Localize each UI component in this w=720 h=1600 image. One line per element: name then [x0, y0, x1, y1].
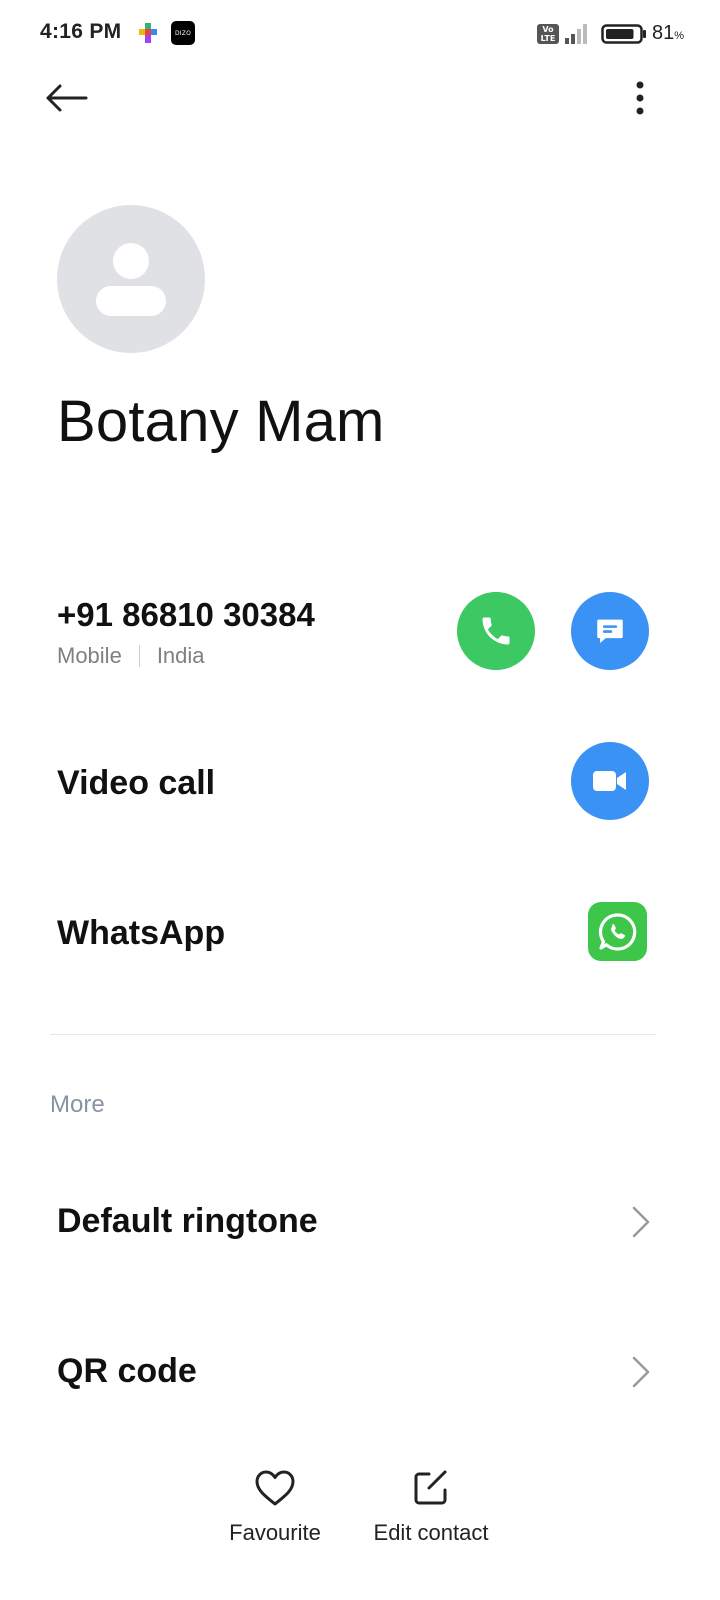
avatar	[57, 205, 205, 353]
message-icon	[597, 619, 623, 644]
heart-icon	[255, 1470, 295, 1506]
whatsapp-label: WhatsApp	[57, 914, 226, 952]
phone-type-label: Mobile	[57, 643, 122, 668]
qr-code-label: QR code	[57, 1352, 197, 1390]
favourite-label: Favourite	[229, 1520, 321, 1545]
more-section-heading: More	[50, 1091, 105, 1118]
video-call-label: Video call	[57, 764, 216, 802]
status-time: 4:16 PM	[40, 20, 122, 43]
chevron-right-icon	[632, 1356, 650, 1388]
edit-contact-button[interactable]: Edit contact	[361, 1466, 501, 1556]
battery-icon	[601, 24, 646, 44]
more-vertical-icon	[636, 81, 644, 115]
call-button[interactable]	[457, 592, 535, 670]
qr-code-row[interactable]: QR code	[0, 1316, 720, 1426]
edit-contact-label: Edit contact	[373, 1520, 489, 1545]
whatsapp-icon	[598, 912, 636, 951]
dizo-app-icon: DIZO	[171, 21, 195, 45]
phone-icon	[482, 617, 510, 645]
back-button[interactable]	[38, 70, 94, 126]
contact-name: Botany Mam	[57, 389, 385, 454]
signal-icon	[565, 24, 587, 44]
edit-icon	[414, 1470, 447, 1505]
chevron-right-icon	[632, 1206, 650, 1238]
battery-percent: 81%	[652, 22, 685, 44]
person-placeholder-icon	[96, 243, 166, 316]
phone-meta: Mobile India	[57, 643, 205, 669]
volte-icon: Vo LTE	[537, 24, 559, 44]
colorful-app-icon	[139, 23, 157, 43]
default-ringtone-label: Default ringtone	[57, 1202, 318, 1240]
phone-region-label: India	[156, 643, 205, 668]
default-ringtone-row[interactable]: Default ringtone	[0, 1166, 720, 1276]
arrow-left-icon	[46, 84, 88, 112]
section-divider	[50, 1034, 656, 1035]
meta-divider	[138, 645, 140, 667]
whatsapp-button[interactable]	[588, 902, 647, 961]
message-button[interactable]	[571, 592, 649, 670]
phone-number[interactable]: +91 86810 30384	[57, 596, 315, 634]
video-call-button[interactable]	[571, 742, 649, 820]
status-bar: 4:16 PM DIZO Vo LTE 81%	[0, 0, 720, 68]
video-camera-icon	[593, 771, 626, 791]
more-options-button[interactable]	[612, 70, 668, 126]
favourite-button[interactable]: Favourite	[214, 1466, 336, 1556]
